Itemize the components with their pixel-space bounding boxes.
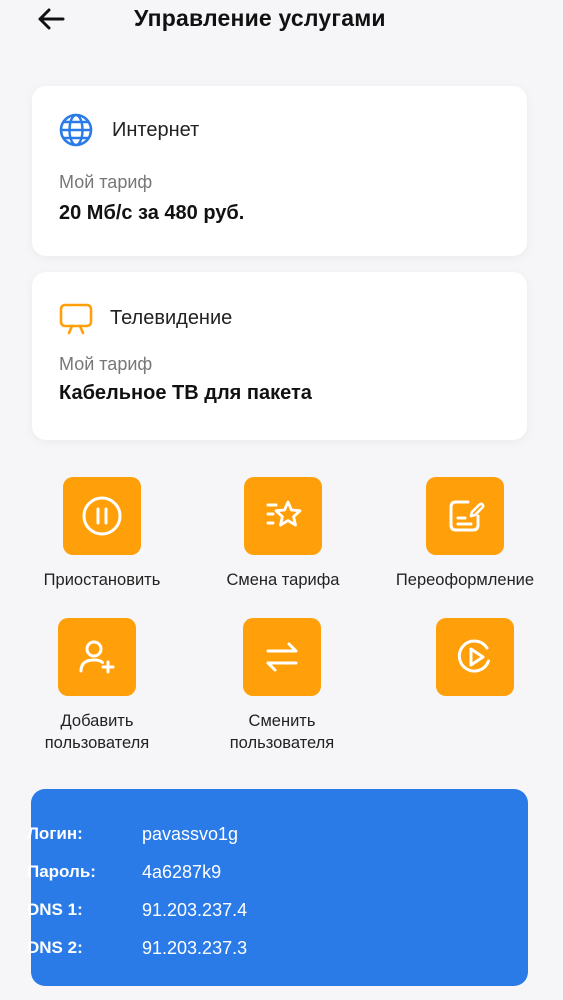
change-tariff-label: Смена тарифа bbox=[226, 571, 340, 589]
play-tile[interactable] bbox=[436, 618, 514, 696]
dns2-label: DNS 2: bbox=[27, 938, 83, 957]
suspend-tile[interactable] bbox=[63, 477, 141, 555]
tv-tariff-value: Кабельное ТВ для пакета bbox=[59, 382, 312, 404]
add-user-action[interactable]: Добавить пользователя bbox=[22, 618, 172, 754]
reissue-label: Переоформление bbox=[395, 571, 535, 589]
play-action[interactable] bbox=[400, 618, 550, 696]
tv-icon bbox=[58, 300, 94, 336]
internet-tariff-label: Мой тариф bbox=[59, 172, 153, 192]
dns1-label: DNS 1: bbox=[27, 900, 83, 919]
change-tariff-tile[interactable] bbox=[244, 477, 322, 555]
internet-service-card[interactable]: Интернет Мой тариф 20 Мб/с за 480 руб. bbox=[32, 86, 527, 256]
login-value: pavassvo1g bbox=[142, 823, 239, 844]
add-user-icon bbox=[79, 640, 115, 674]
tv-service-card[interactable]: Телевидение Мой тариф Кабельное ТВ для п… bbox=[32, 272, 527, 440]
internet-card-header: Интернет bbox=[58, 112, 199, 148]
arrow-left-icon bbox=[38, 8, 65, 30]
password-label: Пароль: bbox=[27, 862, 96, 881]
tv-tariff-label: Мой тариф bbox=[59, 354, 153, 374]
page-title: Управление услугами bbox=[134, 5, 386, 31]
dns2-value: 91.203.237.3 bbox=[142, 937, 248, 958]
password-value: 4a6287k9 bbox=[142, 861, 222, 882]
add-user-tile[interactable] bbox=[58, 618, 136, 696]
change-user-label: Сменить пользователя bbox=[229, 712, 335, 752]
dns2-row: DNS 2: 91.203.237.3 bbox=[27, 936, 247, 960]
edit-note-icon bbox=[449, 500, 485, 532]
tv-service-name: Телевидение bbox=[110, 306, 233, 329]
dns1-row: DNS 1: 91.203.237.4 bbox=[27, 898, 247, 922]
add-user-label: Добавить пользователя bbox=[44, 712, 150, 752]
internet-service-name: Интернет bbox=[112, 118, 200, 141]
swap-arrows-icon bbox=[266, 642, 298, 672]
internet-tariff-value: 20 Мб/с за 480 руб. bbox=[59, 202, 245, 224]
suspend-label: Приостановить bbox=[43, 571, 161, 589]
reissue-tile[interactable] bbox=[426, 477, 504, 555]
change-user-action[interactable]: Сменить пользователя bbox=[207, 618, 357, 754]
back-button[interactable] bbox=[34, 4, 68, 34]
globe-icon bbox=[58, 112, 94, 148]
header-bar: Управление услугами bbox=[0, 0, 563, 44]
star-list-icon bbox=[266, 500, 302, 527]
suspend-action[interactable]: Приостановить bbox=[22, 477, 182, 591]
login-label: Логин: bbox=[27, 824, 83, 843]
change-tariff-action[interactable]: Смена тарифа bbox=[203, 477, 363, 591]
play-icon bbox=[457, 639, 490, 673]
pause-icon bbox=[82, 496, 122, 536]
password-row: Пароль: 4a6287k9 bbox=[27, 860, 221, 884]
tv-card-header: Телевидение bbox=[58, 300, 232, 336]
login-row: Логин: pavassvo1g bbox=[27, 822, 238, 846]
dns1-value: 91.203.237.4 bbox=[142, 899, 248, 920]
reissue-action[interactable]: Переоформление bbox=[378, 477, 552, 591]
change-user-tile[interactable] bbox=[243, 618, 321, 696]
